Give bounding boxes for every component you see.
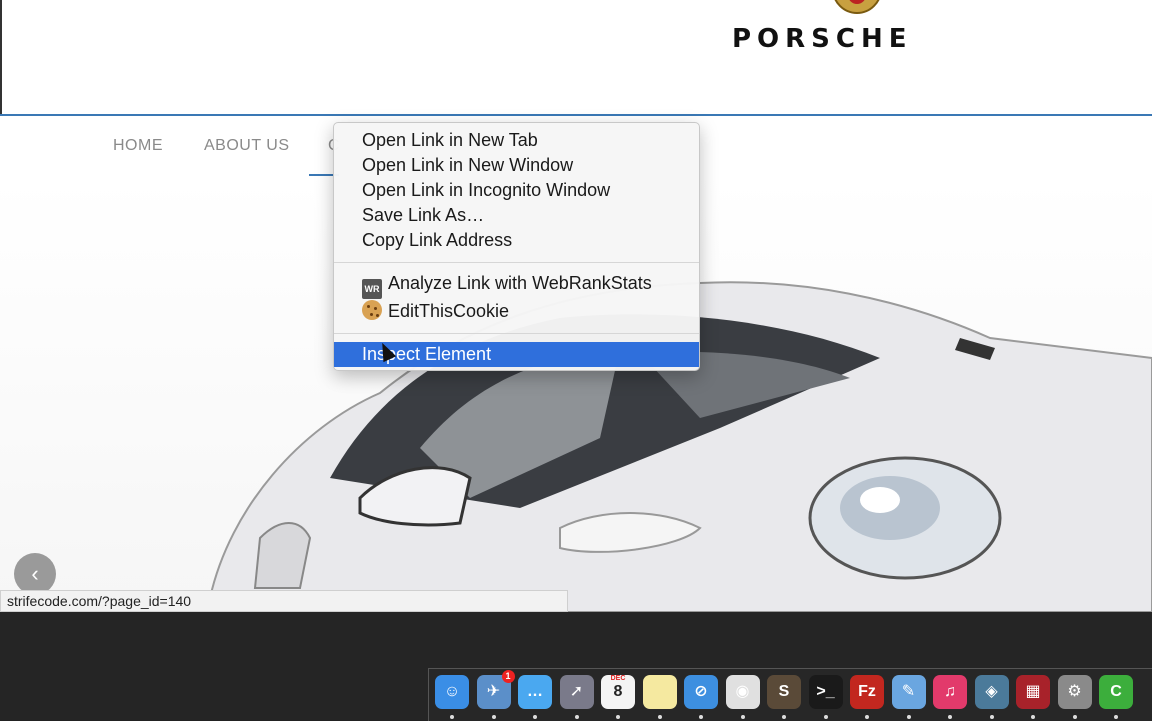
dock-running-indicator — [782, 715, 786, 719]
calendar-icon[interactable]: 8 DEC — [601, 675, 635, 709]
menu-separator — [334, 333, 699, 334]
itunes-icon[interactable]: ♫ — [933, 675, 967, 709]
dock-running-indicator — [450, 715, 454, 719]
menu-analyze-link[interactable]: WR Analyze Link with WebRankStats — [362, 271, 652, 299]
dock-running-indicator — [616, 715, 620, 719]
dock-running-indicator — [823, 715, 828, 719]
dock-running-indicator — [491, 715, 496, 719]
dock-running-indicator — [989, 715, 994, 719]
menu-analyze-link-label: Analyze Link with WebRankStats — [388, 273, 652, 293]
filezilla-icon[interactable]: Fz — [850, 675, 884, 709]
camtasia-icon[interactable]: C — [1099, 675, 1133, 709]
photo-booth-icon[interactable]: ▦ — [1016, 675, 1050, 709]
sublime-icon[interactable]: S — [767, 675, 801, 709]
terminal-icon[interactable]: >_ — [808, 675, 843, 709]
notes-icon[interactable] — [642, 675, 677, 709]
xcode-icon[interactable]: ✎ — [891, 675, 926, 709]
calendar-month-label: DEC — [610, 675, 626, 682]
dock-running-indicator — [865, 715, 869, 719]
dock-running-indicator — [948, 715, 952, 719]
slider-prev-button[interactable]: ‹ — [14, 553, 56, 595]
dock-running-indicator — [906, 715, 911, 719]
site-header: PORSCHE — [0, 0, 1152, 114]
image-capture-icon[interactable]: ◈ — [974, 675, 1009, 709]
dock-running-indicator — [657, 715, 662, 719]
dock-running-indicator — [574, 715, 579, 719]
nav-item-about-us[interactable]: ABOUT US — [204, 137, 290, 155]
preview-icon[interactable]: ✈ 1 — [476, 670, 515, 709]
cookie-icon — [362, 300, 382, 320]
menu-open-new-window[interactable]: Open Link in New Window — [362, 153, 573, 178]
chrome-icon[interactable]: ◉ — [725, 675, 760, 709]
menu-open-new-tab[interactable]: Open Link in New Tab — [362, 128, 538, 153]
menu-copy-link-address[interactable]: Copy Link Address — [362, 228, 512, 253]
link-status-bar: strifecode.com/?page_id=140 — [0, 590, 568, 612]
menu-editthiscookie-label: EditThisCookie — [388, 301, 510, 321]
dock-running-indicator — [1072, 715, 1077, 719]
dock-running-indicator — [1031, 715, 1035, 719]
messages-icon[interactable]: … — [518, 675, 552, 709]
dock-running-indicator — [1114, 715, 1118, 719]
dock-running-indicator — [699, 715, 703, 719]
nav-item-home[interactable]: HOME — [113, 137, 163, 155]
notification-badge: 1 — [501, 670, 515, 683]
safari-icon[interactable]: ⊘ — [684, 675, 718, 709]
menu-save-link-as[interactable]: Save Link As… — [362, 203, 484, 228]
menu-separator — [334, 262, 699, 263]
launchpad-icon[interactable]: ➚ — [559, 675, 594, 709]
dock-running-indicator — [740, 715, 745, 719]
porsche-crest-icon[interactable] — [832, 0, 882, 14]
dock: ☺ ✈ 1… ➚ 8 DEC ⊘ ◉ S >_ Fz ✎ ♫ ◈ ▦ ⚙ C — [428, 668, 1152, 721]
system-preferences-icon[interactable]: ⚙ — [1057, 675, 1092, 709]
context-menu: Open Link in New Tab Open Link in New Wi… — [333, 122, 700, 371]
webrankstats-icon: WR — [362, 279, 382, 299]
menu-editthiscookie[interactable]: EditThisCookie — [362, 299, 509, 324]
menu-open-incognito[interactable]: Open Link in Incognito Window — [362, 178, 610, 203]
porsche-logo[interactable]: PORSCHE — [732, 24, 913, 54]
dock-running-indicator — [533, 715, 537, 719]
finder-icon[interactable]: ☺ — [435, 675, 469, 709]
